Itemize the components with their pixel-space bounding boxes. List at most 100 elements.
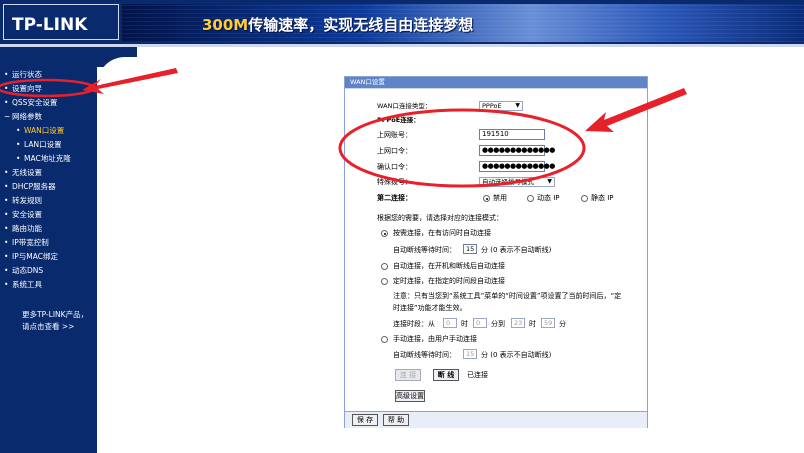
idle-wait2-label: 自动断线等待时间： — [393, 351, 456, 359]
period-from-min-input[interactable]: 0 — [473, 318, 487, 328]
second-conn-static-label: 静态 IP — [591, 194, 614, 202]
mode-on-demand-label: 按需连接，在有访问时自动连接 — [393, 229, 491, 237]
period-to-min-input[interactable]: 59 — [541, 318, 555, 328]
sidebar-item[interactable]: • IP与MAC绑定 — [4, 252, 58, 262]
connection-status: 已连接 — [467, 371, 488, 379]
wan-type-label: WAN口连接类型： — [377, 102, 432, 110]
minus-icon: − — [4, 112, 11, 121]
bullet-icon: • — [4, 280, 9, 289]
sidebar-item-label: MAC地址克隆 — [24, 154, 71, 163]
mode-auto-radio[interactable] — [381, 263, 388, 270]
bullet-icon: • — [16, 126, 21, 135]
mode-on-demand-radio[interactable] — [381, 230, 388, 237]
timed-note-line2: 时连接”功能才能生效。 — [393, 304, 467, 312]
sidebar-item[interactable]: • 运行状态 — [4, 70, 42, 80]
tp-link-logo: TP-LINK — [12, 15, 88, 35]
more-products-line2: 请点击查看 >> — [22, 322, 75, 331]
idle-wait2-input[interactable]: 15 — [463, 349, 477, 359]
sidebar-item[interactable]: • MAC地址克隆 — [16, 154, 71, 164]
sidebar-item[interactable]: • 动态DNS — [4, 266, 43, 276]
period-label: 连接时段：从 — [393, 320, 435, 328]
sidebar-item-label: 动态DNS — [12, 266, 44, 275]
slogan-speed: 300M — [202, 16, 249, 34]
mode-auto-label: 自动连接，在开机和断线后自动连接 — [393, 262, 505, 270]
special-dial-select[interactable]: 自动选择拨号模式 ▼ — [479, 177, 555, 187]
bullet-icon: • — [4, 70, 9, 79]
sidebar-item-label: 系统工具 — [12, 280, 42, 289]
sidebar-item-label: IP带宽控制 — [12, 238, 49, 247]
period-to-hour-unit: 时 — [529, 320, 536, 328]
password-input[interactable]: ●●●●●●●●●●●●● — [479, 145, 555, 156]
sidebar-item[interactable]: • 安全设置 — [4, 210, 42, 220]
bullet-icon: • — [16, 154, 21, 163]
sidebar-item-label: IP与MAC绑定 — [12, 252, 58, 261]
password-label: 上网口令： — [377, 147, 412, 155]
sidebar-item[interactable]: • 系统工具 — [4, 280, 42, 290]
period-from-min-unit: 分到 — [491, 320, 505, 328]
confirm-password-label: 确认口令： — [377, 163, 412, 171]
panel-title-divider — [345, 88, 647, 89]
disconnect-button[interactable]: 断 线 — [433, 369, 459, 381]
pppoe-header: PPPoE连接： — [377, 116, 420, 124]
chevron-down-icon: ▼ — [547, 178, 552, 185]
bullet-icon: • — [4, 196, 9, 205]
second-conn-label: 第二连接： — [377, 194, 412, 202]
second-conn-static-radio[interactable] — [581, 195, 588, 202]
sidebar-item[interactable]: • 无线设置 — [4, 168, 42, 178]
sidebar-item-label: 网络参数 — [12, 112, 42, 121]
mode-intro: 根据您的需要，请选择对应的连接模式： — [377, 214, 503, 222]
chevron-down-icon: ▼ — [515, 102, 520, 109]
period-to-hour-input[interactable]: 23 — [511, 318, 525, 328]
mode-manual-radio[interactable] — [381, 336, 388, 343]
wan-type-value: PPPoE — [482, 102, 502, 110]
confirm-password-input[interactable]: ●●●●●●●●●●●●● — [479, 161, 555, 172]
sidebar-item[interactable]: • QSS安全设置 — [4, 98, 57, 108]
period-from-hour-unit: 时 — [461, 320, 468, 328]
period-to-min-unit: 分 — [559, 320, 566, 328]
advanced-settings-button[interactable]: 高级设置 — [395, 390, 425, 402]
connect-button[interactable]: 连 接 — [395, 369, 421, 381]
sidebar-item[interactable]: • 转发规则 — [4, 196, 42, 206]
sidebar-item[interactable]: • LAN口设置 — [16, 140, 62, 150]
bullet-icon: • — [4, 224, 9, 233]
slogan-text: 传输速率，实现无线自由连接梦想 — [248, 16, 474, 34]
sidebar-item[interactable]: • 设置向导 — [4, 84, 42, 94]
wan-settings-panel: WAN口设置 WAN口连接类型： PPPoE ▼ PPPoE连接： 上网账号： 1… — [344, 76, 648, 428]
header-slogan: 300M传输速率，实现无线自由连接梦想 — [202, 14, 473, 35]
help-button[interactable]: 帮 助 — [383, 414, 409, 426]
account-input[interactable]: 191510 — [479, 129, 545, 140]
bullet-icon: • — [4, 252, 9, 261]
second-conn-disabled-label: 禁用 — [493, 194, 507, 202]
panel-footer: 保 存 帮 助 — [345, 411, 647, 428]
idle-wait-input[interactable]: 15 — [463, 244, 477, 254]
sidebar-item-label: DHCP服务器 — [12, 182, 56, 191]
mode-manual-label: 手动连接，由用户手动连接 — [393, 335, 477, 343]
sidebar-item[interactable]: − 网络参数 — [4, 112, 42, 122]
header-banner: 300M传输速率，实现无线自由连接梦想 — [122, 4, 804, 42]
bullet-icon: • — [4, 238, 9, 247]
mode-timed-radio[interactable] — [381, 278, 388, 285]
save-button[interactable]: 保 存 — [352, 414, 378, 426]
special-dial-label: 特殊拨号： — [377, 178, 412, 186]
bullet-icon: • — [4, 84, 9, 93]
bullet-icon: • — [4, 266, 9, 275]
timed-note-line1: 注意：只有当您到“系统工具”菜单的“时间设置”项设置了当前时间后，“定 — [393, 292, 622, 300]
sidebar-item[interactable]: • IP带宽控制 — [4, 238, 49, 248]
bullet-icon: • — [16, 140, 21, 149]
wan-type-select[interactable]: PPPoE ▼ — [479, 101, 523, 111]
sidebar-item-label: 无线设置 — [12, 168, 42, 177]
idle-wait-unit: 分 (0 表示不自动断线) — [481, 246, 552, 254]
second-conn-dynamic-radio[interactable] — [527, 195, 534, 202]
sidebar-item[interactable]: • 路由功能 — [4, 224, 42, 234]
sidebar-item-label: 路由功能 — [12, 224, 42, 233]
second-conn-disabled-radio[interactable] — [483, 195, 490, 202]
header: TP-LINK 300M传输速率，实现无线自由连接梦想 — [0, 0, 804, 47]
logo-box: TP-LINK — [3, 4, 119, 40]
sidebar-item[interactable]: • DHCP服务器 — [4, 182, 56, 192]
sidebar-item-label: 设置向导 — [12, 84, 42, 93]
bullet-icon: • — [4, 168, 9, 177]
more-products-link[interactable]: 更多TP-LINK产品， 请点击查看 >> — [22, 309, 97, 333]
sidebar-item[interactable]: • WAN口设置 — [16, 126, 64, 136]
idle-wait-label: 自动断线等待时间： — [393, 246, 456, 254]
period-from-hour-input[interactable]: 0 — [443, 318, 457, 328]
